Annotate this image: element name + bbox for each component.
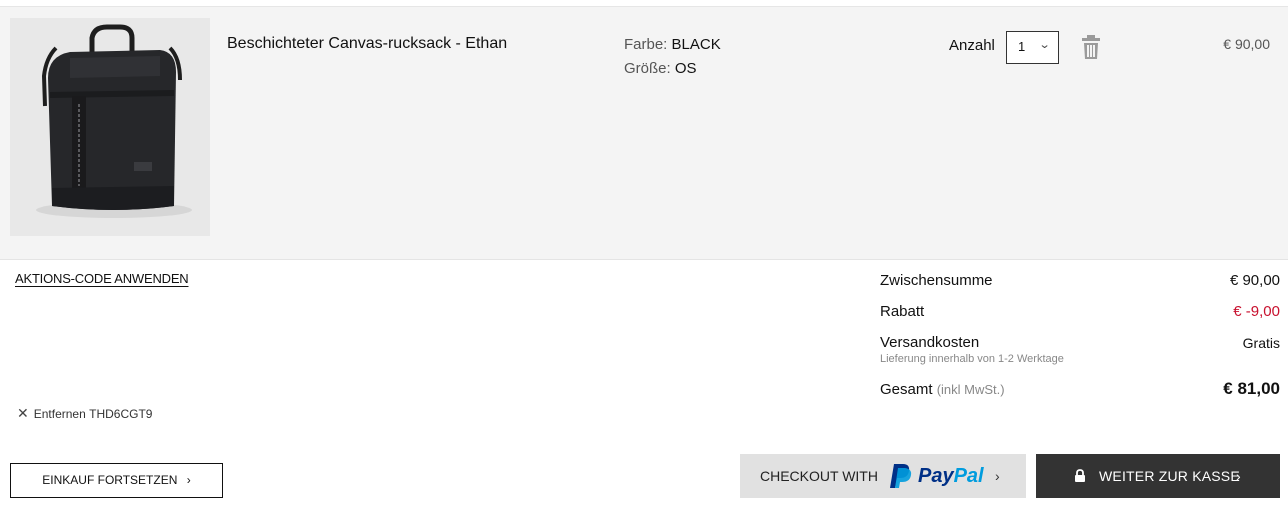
quantity-select[interactable]: 1 ⌄ [1006,31,1059,64]
subtotal-label: Zwischensumme [880,272,993,289]
close-icon[interactable]: ✕ [17,405,29,421]
remove-label: Entfernen [33,407,86,421]
vat-note: (inkl MwSt.) [936,382,1005,397]
paypal-checkout-button[interactable]: CHECKOUT WITH PayPal › [740,454,1026,498]
paypal-wordmark: PayPal [918,465,984,488]
chevron-down-icon: ⌄ [1038,39,1051,51]
product-size: Größe: OS [624,60,697,77]
paypal-prefix-label: CHECKOUT WITH [760,468,878,484]
shipping-value: Gratis [1242,335,1280,351]
checkout-label: WEITER ZUR KASSE [1099,468,1240,484]
discount-value: € -9,00 [1233,303,1280,320]
product-image[interactable] [10,18,210,236]
apply-promo-code-link[interactable]: AKTIONS-CODE ANWENDEN [15,271,189,286]
remove-promo-code[interactable]: ✕ Entfernen THD6CGT9 [17,405,152,422]
line-price: € 90,00 [1223,36,1270,52]
cart-item-row: Beschichteter Canvas-rucksack - Ethan Fa… [0,7,1288,260]
trash-icon[interactable] [1080,34,1102,60]
discount-label: Rabatt [880,303,925,320]
color-label: Farbe: [624,36,668,53]
paypal-word-pay: Pay [918,465,954,487]
lock-icon [1074,469,1086,488]
subtotal-value: € 90,00 [1229,272,1280,289]
paypal-logo [889,463,913,494]
quantity-value: 1 [1018,39,1026,54]
shipping-label: Versandkosten [880,334,980,351]
color-value: BLACK [671,36,721,53]
quantity-label: Anzahl [949,37,995,54]
size-value: OS [674,60,697,77]
paypal-word-pal: Pal [953,465,984,487]
promo-code: THD6CGT9 [89,407,153,421]
continue-shopping-label: EINKAUF FORTSETZEN [42,473,178,487]
size-label: Größe: [624,60,671,77]
product-name[interactable]: Beschichteter Canvas-rucksack - Ethan [227,35,507,53]
proceed-to-checkout-button[interactable]: WEITER ZUR KASSE › [1036,454,1280,498]
chevron-right-icon: › [186,473,191,487]
chevron-right-icon: › [1236,468,1241,484]
continue-shopping-button[interactable]: EINKAUF FORTSETZEN › [10,463,223,498]
product-color: Farbe: BLACK [624,36,721,53]
total-label: Gesamt [880,381,933,398]
chevron-right-icon: › [995,468,1000,484]
total-value: € 81,00 [1223,379,1280,398]
shipping-note: Lieferung innerhalb von 1-2 Werktage [880,353,1064,365]
total-label-group: Gesamt (inkl MwSt.) [880,381,1005,398]
